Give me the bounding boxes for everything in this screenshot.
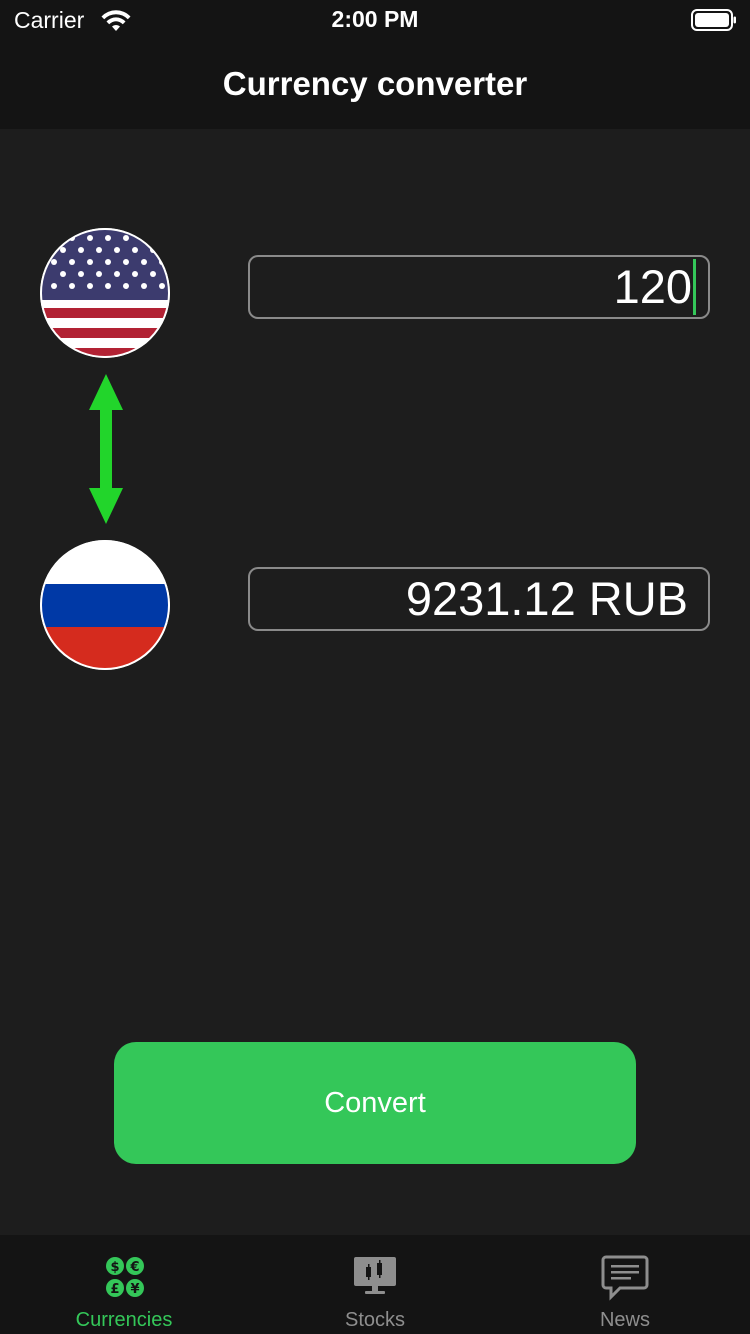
status-bar: Carrier 2:00 PM (0, 0, 750, 42)
text-cursor (693, 259, 696, 315)
tab-stocks[interactable]: Stocks (250, 1235, 500, 1334)
svg-text:$: $ (110, 1260, 119, 1275)
navigation-bar: Currency converter (0, 42, 750, 129)
svg-text:¥: ¥ (130, 1282, 139, 1297)
svg-text:€: € (129, 1260, 139, 1275)
tab-currencies-label: Currencies (75, 1309, 173, 1331)
result-value: 9231.12 RUB (405, 572, 688, 625)
amount-input[interactable]: 120 (248, 255, 710, 319)
news-bubble-icon (601, 1255, 649, 1301)
status-time: 2:00 PM (331, 6, 419, 32)
tab-news-label: News (599, 1309, 650, 1331)
swap-arrows-icon[interactable] (86, 372, 126, 526)
convert-button[interactable]: Convert (114, 1042, 636, 1164)
stocks-chart-icon (354, 1257, 396, 1294)
usa-flag-icon[interactable] (40, 228, 170, 358)
tab-currencies[interactable]: $ € £ ¥ Currencies (0, 1235, 250, 1334)
tab-bar: $ € £ ¥ Currencies Stocks News (0, 1235, 750, 1334)
currencies-icon: $ € £ ¥ (106, 1257, 144, 1297)
battery-icon (691, 9, 736, 31)
amount-input-value[interactable]: 120 (614, 261, 692, 313)
app-screen: Carrier 2:00 PM Currency converter 120 9… (0, 0, 750, 1334)
page-title: Currency converter (222, 65, 528, 102)
result-field[interactable]: 9231.12 RUB (248, 567, 710, 631)
svg-text:£: £ (110, 1282, 119, 1297)
tab-stocks-label: Stocks (344, 1309, 406, 1331)
russia-flag-icon[interactable] (40, 540, 170, 670)
tab-news[interactable]: News (500, 1235, 750, 1334)
convert-button-label: Convert (324, 1086, 426, 1119)
